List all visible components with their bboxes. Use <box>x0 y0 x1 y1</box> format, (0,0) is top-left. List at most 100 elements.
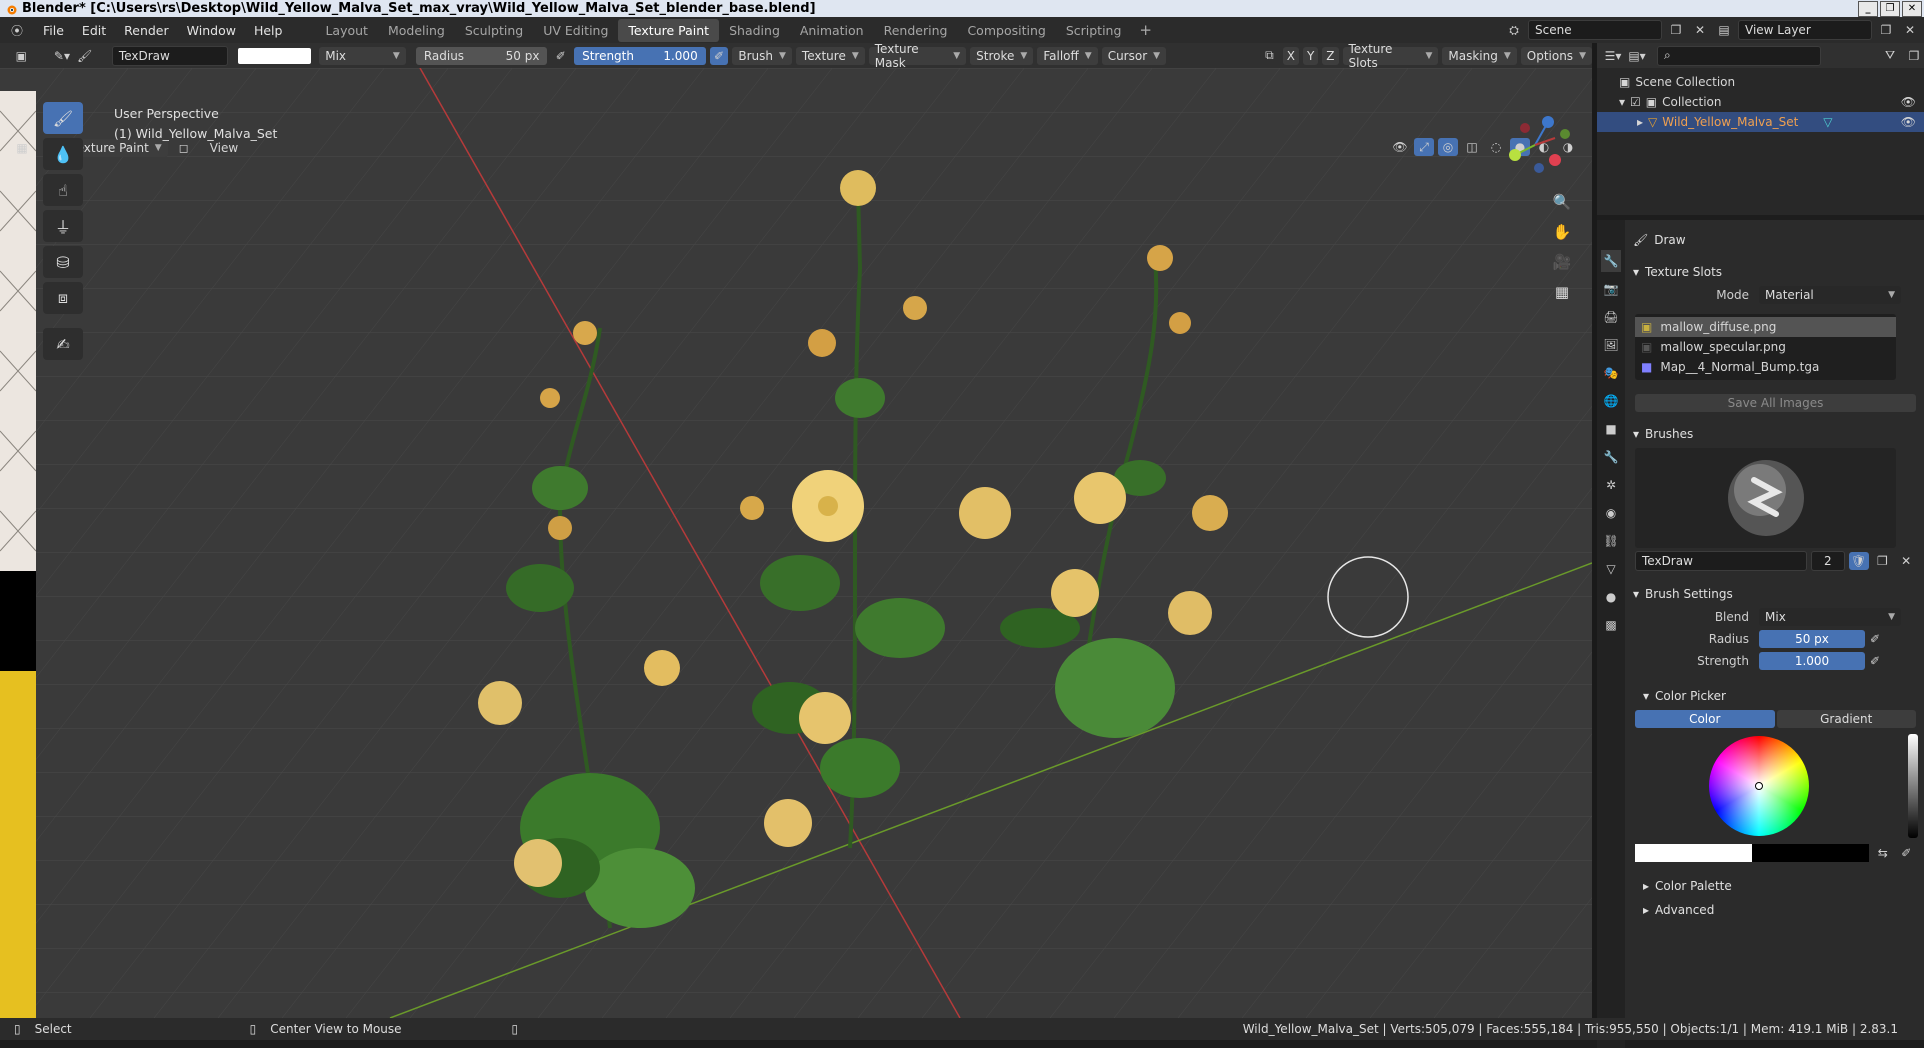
editor-type-icon[interactable]: ▣ <box>12 47 31 65</box>
texture-slots-dropdown[interactable]: Texture Slots ▼ <box>1342 42 1439 70</box>
tab-uv-editing[interactable]: UV Editing <box>533 19 618 42</box>
smear-tool-icon[interactable]: ☝ <box>43 174 83 206</box>
tab-color[interactable]: Color <box>1635 710 1775 728</box>
primary-color-swatch[interactable] <box>1635 844 1752 862</box>
blender-menu-icon[interactable]: ⦿ <box>0 21 34 39</box>
color-palette-subpanel-header[interactable]: ▸ Color Palette <box>1627 874 1924 898</box>
swap-colors-icon[interactable]: ⇆ <box>1873 844 1893 862</box>
menu-help[interactable]: Help <box>245 23 292 38</box>
menu-window[interactable]: Window <box>178 23 245 38</box>
close-button[interactable]: ✕ <box>1902 1 1922 17</box>
radius-field[interactable]: 50 px <box>1759 630 1865 648</box>
strength-field[interactable]: 1.000 <box>1759 652 1865 670</box>
color-wheel[interactable] <box>1709 736 1809 836</box>
radius-pressure-icon[interactable]: ✐ <box>1865 630 1885 648</box>
pan-hand-icon[interactable]: ✋ <box>1550 220 1574 244</box>
color-picker-subpanel-header[interactable]: ▾ Color Picker <box>1627 684 1924 708</box>
advanced-subpanel-header[interactable]: ▸ Advanced <box>1627 898 1924 922</box>
outliner-search[interactable]: ⌕ <box>1657 45 1821 66</box>
minimize-button[interactable]: _ <box>1858 1 1878 17</box>
physics-tab-icon[interactable]: ◉ <box>1601 502 1621 524</box>
menu-file[interactable]: File <box>34 23 73 38</box>
tab-scripting[interactable]: Scripting <box>1056 19 1132 42</box>
soften-tool-icon[interactable]: 💧 <box>43 138 83 170</box>
tool-settings-icon[interactable]: ✎▾ <box>53 47 72 65</box>
navigation-gizmo[interactable] <box>1495 110 1575 184</box>
constraints-tab-icon[interactable]: ⛓ <box>1601 530 1621 552</box>
xray-toggle-icon[interactable]: ◫ <box>1462 138 1482 156</box>
tab-animation[interactable]: Animation <box>790 19 874 42</box>
delete-view-layer-icon[interactable]: ✕ <box>1900 21 1920 39</box>
new-view-layer-icon[interactable]: ❐ <box>1876 21 1896 39</box>
checkbox-icon[interactable]: ☑ <box>1630 95 1641 109</box>
save-all-images-button[interactable]: Save All Images <box>1635 394 1916 412</box>
camera-view-icon[interactable]: 🎥 <box>1550 250 1574 274</box>
add-workspace-icon[interactable]: + <box>1131 21 1160 39</box>
clone-tool-icon[interactable]: ⏚ <box>43 210 83 242</box>
blend-dropdown[interactable]: Mix ▼ <box>319 46 406 65</box>
eye-icon[interactable]: 👁 <box>1901 95 1916 109</box>
fill-tool-icon[interactable]: ⛁ <box>43 246 83 278</box>
value-slider[interactable] <box>1908 734 1918 838</box>
draw-tool-icon[interactable]: 🖌 <box>43 102 83 134</box>
zoom-icon[interactable]: 🔍 <box>1550 190 1574 214</box>
blend-dropdown[interactable]: Mix ▼ <box>1759 608 1901 626</box>
brush-name-field[interactable]: TexDraw <box>111 45 229 66</box>
texture-dropdown[interactable]: Texture ▼ <box>795 46 865 65</box>
expand-arrow-icon[interactable]: ▸ <box>1637 115 1643 129</box>
ortho-grid-icon[interactable]: ▦ <box>1550 280 1574 304</box>
material-tab-icon[interactable]: ● <box>1601 586 1621 608</box>
strength-slider[interactable]: Strength 1.000 <box>574 46 706 65</box>
scene-field[interactable]: Scene <box>1528 20 1662 40</box>
stroke-dropdown[interactable]: Stroke ▼ <box>970 46 1034 65</box>
view-layer-icon[interactable]: ▤ <box>1714 21 1734 39</box>
tab-texture-paint[interactable]: Texture Paint <box>618 18 720 42</box>
brush-settings-panel-header[interactable]: ▾ Brush Settings <box>1627 582 1924 606</box>
radius-slider[interactable]: Radius 50 px <box>415 46 548 65</box>
brush-dropdown[interactable]: Brush ▼ <box>732 46 792 65</box>
cursor-dropdown[interactable]: Cursor ▼ <box>1101 46 1167 65</box>
list-item[interactable]: ■ Map__4_Normal_Bump.tga <box>1635 357 1896 377</box>
axis-z-toggle[interactable]: Z <box>1322 46 1339 65</box>
outliner-row-scene-collection[interactable]: ▣ Scene Collection <box>1597 72 1924 92</box>
display-mode-icon[interactable]: ▤▾ <box>1627 47 1647 65</box>
data-tab-icon[interactable]: ▽ <box>1601 558 1621 580</box>
outliner-row-object[interactable]: ▸ ▽ Wild_Yellow_Malva_Set ▽ 👁 <box>1597 112 1924 132</box>
brushes-panel-header[interactable]: ▾ Brushes <box>1627 422 1924 446</box>
overlay-toggle-icon[interactable]: ◎ <box>1438 138 1458 156</box>
new-scene-icon[interactable]: ❐ <box>1666 21 1686 39</box>
options-dropdown[interactable]: Options ▼ <box>1520 46 1592 65</box>
3d-viewport[interactable]: ▦ ▦ Texture Paint ▼ ◻ View 👁 ⤢ ◎ ◫ ◌ ● ◐… <box>0 68 1592 1018</box>
tab-shading[interactable]: Shading <box>719 19 790 42</box>
new-collection-icon[interactable]: ❐ <box>1904 47 1924 65</box>
tab-rendering[interactable]: Rendering <box>874 19 958 42</box>
image-editor-icon[interactable]: ▦ <box>12 139 32 157</box>
tab-sculpting[interactable]: Sculpting <box>455 19 533 42</box>
duplicate-brush-icon[interactable]: ❐ <box>1873 552 1893 570</box>
fake-user-icon[interactable]: 🛡 <box>1848 552 1869 570</box>
object-tab-icon[interactable]: ■ <box>1601 418 1621 440</box>
brush-users-count[interactable]: 2 <box>1811 551 1845 571</box>
list-item[interactable]: ▣ mallow_diffuse.png <box>1635 317 1896 337</box>
filter-icon[interactable]: ⛛ <box>1880 47 1900 65</box>
secondary-color-swatch[interactable] <box>1752 844 1869 862</box>
delete-scene-icon[interactable]: ✕ <box>1690 21 1710 39</box>
unlink-brush-icon[interactable]: ✕ <box>1896 552 1916 570</box>
brush-preview[interactable] <box>1635 448 1896 548</box>
maximize-button[interactable]: ❐ <box>1880 1 1900 17</box>
expand-arrow-icon[interactable]: ▾ <box>1619 95 1625 109</box>
mask-tool-icon[interactable]: ⧈ <box>43 282 83 314</box>
brush-color-swatch[interactable] <box>238 47 312 64</box>
tab-gradient[interactable]: Gradient <box>1776 710 1916 728</box>
tab-compositing[interactable]: Compositing <box>957 19 1055 42</box>
output-tab-icon[interactable]: 🖨 <box>1601 306 1621 328</box>
menu-render[interactable]: Render <box>115 23 178 38</box>
mode-dropdown[interactable]: Material ▼ <box>1759 286 1901 304</box>
render-tab-icon[interactable]: 📷 <box>1601 278 1621 300</box>
particles-tab-icon[interactable]: ✲ <box>1601 474 1621 496</box>
world-tab-icon[interactable]: 🌐 <box>1601 390 1621 412</box>
color-wheel-cursor[interactable] <box>1755 782 1763 790</box>
texture-mask-dropdown[interactable]: Texture Mask ▼ <box>868 42 967 70</box>
brush-datablock-name[interactable]: TexDraw <box>1635 551 1807 571</box>
visibility-icon[interactable]: 👁 <box>1390 138 1410 156</box>
